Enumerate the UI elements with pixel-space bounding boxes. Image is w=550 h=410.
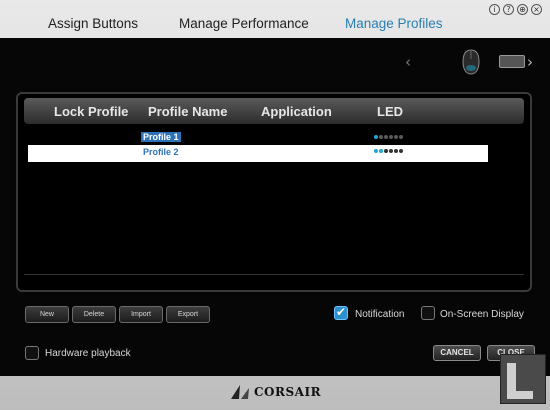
import-profile-button[interactable]: Import [119, 306, 163, 323]
led-dot [389, 135, 393, 139]
column-led: LED [377, 104, 403, 119]
led-dot [389, 149, 393, 153]
led-dot [384, 149, 388, 153]
led-dot [394, 135, 398, 139]
table-footer [24, 274, 524, 284]
led-dot [399, 149, 403, 153]
keyboard-icon[interactable] [499, 55, 525, 68]
hardware-playback-checkbox[interactable] [25, 346, 39, 360]
column-lock-profile: Lock Profile [54, 104, 129, 119]
table-header: Lock Profile Profile Name Application LE… [24, 98, 524, 124]
checkmark-icon: ✔ [336, 305, 347, 319]
new-profile-button[interactable]: New [25, 306, 69, 323]
column-profile-name: Profile Name [148, 104, 228, 119]
led-dot [394, 149, 398, 153]
led-dot [374, 135, 378, 139]
tab-manage-performance[interactable]: Manage Performance [179, 16, 309, 31]
profile-name-cell[interactable]: Profile 1 [141, 132, 181, 142]
on-screen-display-checkbox[interactable] [421, 306, 435, 320]
close-icon[interactable]: × [531, 4, 542, 15]
column-application: Application [261, 104, 332, 119]
profile-name-cell[interactable]: Profile 2 [141, 147, 181, 157]
chevron-left-icon[interactable]: ‹ [405, 53, 411, 71]
corsair-configuration-window: Assign Buttons Manage Performance Manage… [0, 0, 550, 410]
corsair-logo: CORSAIR [230, 384, 321, 400]
brand-name: CORSAIR [254, 385, 322, 399]
chevron-right-icon[interactable]: › [527, 53, 533, 71]
led-indicator [374, 135, 403, 139]
notification-label: Notification [355, 309, 405, 320]
delete-profile-button[interactable]: Delete [72, 306, 116, 323]
window-controls: i ? ⊕ × [489, 4, 542, 15]
device-selector: ‹ › [405, 49, 545, 75]
help-icon[interactable]: ? [503, 4, 514, 15]
notification-checkbox[interactable]: ✔ [334, 305, 348, 320]
tab-manage-profiles[interactable]: Manage Profiles [345, 16, 443, 31]
info-icon[interactable]: i [489, 4, 500, 15]
globe-icon[interactable]: ⊕ [517, 4, 528, 15]
led-dot [374, 149, 378, 153]
led-dot [379, 135, 383, 139]
led-dot [384, 135, 388, 139]
table-row[interactable]: Profile 2 [28, 145, 488, 162]
export-profile-button[interactable]: Export [166, 306, 210, 323]
cancel-button[interactable]: CANCEL [433, 345, 481, 361]
site-watermark [500, 354, 546, 404]
profile-table: Lock Profile Profile Name Application LE… [16, 92, 532, 292]
mouse-icon[interactable] [460, 49, 482, 75]
corsair-sails-icon [231, 385, 249, 399]
led-indicator [374, 149, 403, 153]
led-dot [399, 135, 403, 139]
on-screen-display-label: On-Screen Display [440, 309, 524, 320]
led-dot [379, 149, 383, 153]
hardware-playback-label: Hardware playback [45, 348, 131, 359]
tab-assign-buttons[interactable]: Assign Buttons [48, 16, 138, 31]
